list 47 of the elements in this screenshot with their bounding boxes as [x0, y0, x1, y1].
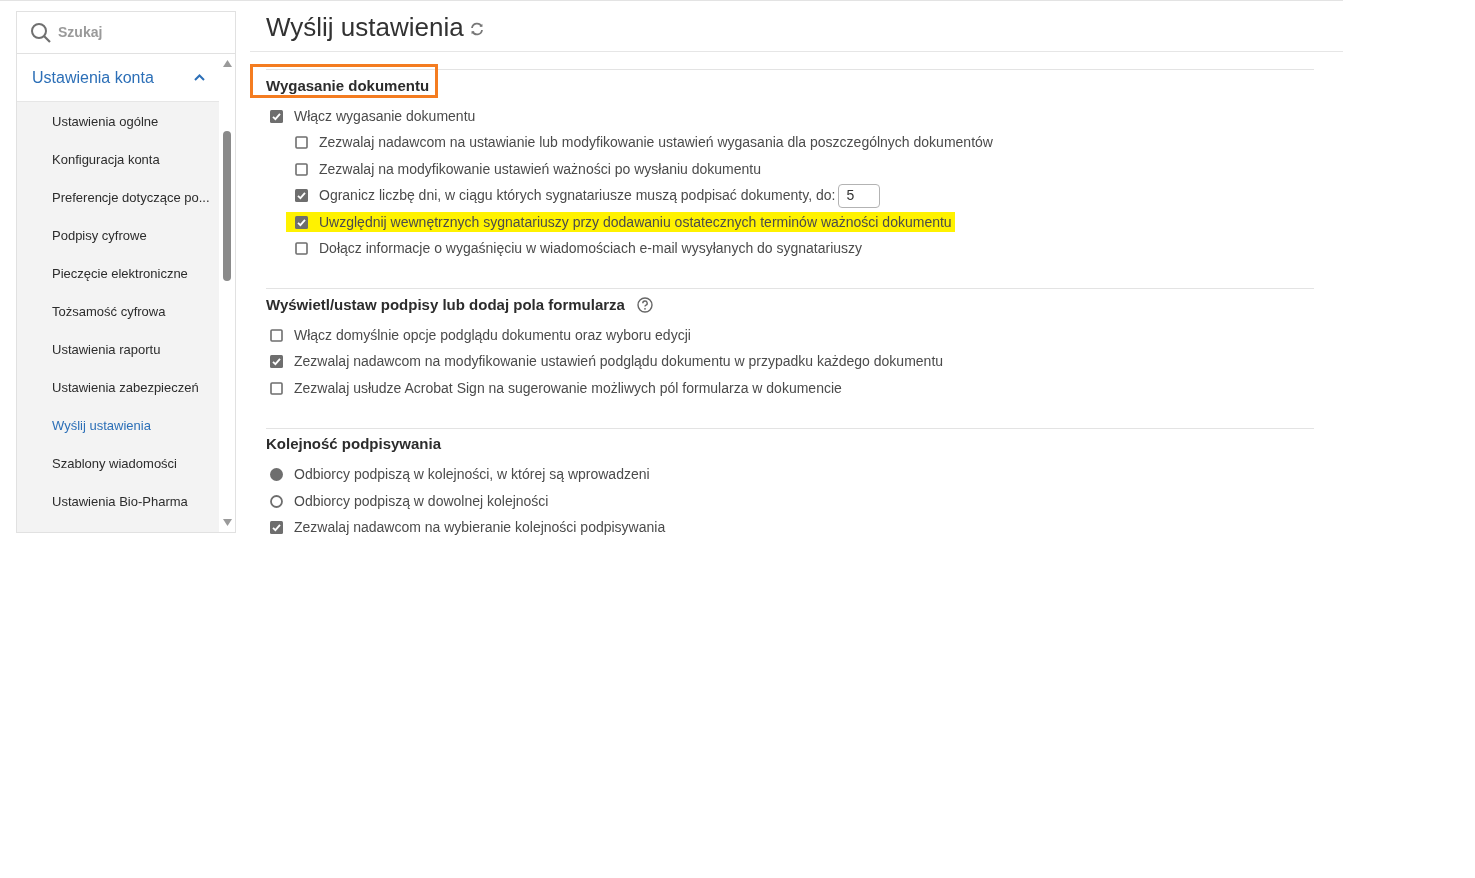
- sidebar-item[interactable]: Konfiguracja konta: [17, 141, 219, 179]
- checkbox[interactable]: [270, 381, 283, 395]
- option-label: Zezwalaj nadawcom na wybieranie kolejności podpisywania: [294, 518, 666, 538]
- option-label: Odbiorcy podpiszą w dowolnej kolejności: [294, 491, 549, 511]
- page-title: Wyślij ustawienia: [266, 10, 464, 44]
- sidebar-item[interactable]: Pieczęcie elektroniczne: [17, 255, 219, 293]
- scroll-up-icon[interactable]: [222, 60, 232, 67]
- checkbox[interactable]: [295, 189, 308, 203]
- checkbox[interactable]: [270, 109, 283, 123]
- sidebar-item[interactable]: Preferencje dotyczące po...: [17, 179, 219, 217]
- checkbox[interactable]: [295, 136, 308, 150]
- checkbox[interactable]: [295, 242, 308, 256]
- number-field[interactable]: 5: [838, 183, 881, 208]
- checkbox[interactable]: [270, 328, 283, 342]
- sidebar-item[interactable]: Ustawienia zabezpieczeń: [17, 369, 219, 407]
- option-label: Dołącz informacje o wygaśnięciu w wiadomościach e-mail wysyłanych do sygnatariuszy: [319, 239, 863, 259]
- sidebar-item[interactable]: Wyślij ustawienia: [17, 407, 219, 445]
- scroll-down-icon[interactable]: [222, 519, 232, 526]
- help-icon[interactable]: [636, 297, 653, 313]
- checkbox[interactable]: [270, 521, 283, 535]
- checkbox[interactable]: [295, 162, 308, 176]
- option-label: Ogranicz liczbę dni, w ciągu których sygnatariusze muszą podpisać dokumenty, do:: [319, 186, 836, 206]
- option-label: Uwzględnij wewnętrznych sygnatariuszy przy dodawaniu ostatecznych terminów ważności dokumentu: [319, 212, 952, 232]
- option-label: Zezwalaj nadawcom na modyfikowanie ustawień podglądu dokumentu w przypadku każdego dokumentu: [294, 352, 944, 372]
- section-heading: Kolejność podpisywania: [266, 434, 442, 455]
- option-label: Zezwalaj nadawcom na ustawianie lub modyfikowanie ustawień wygasania dla poszczególnych dokumentów: [319, 133, 993, 153]
- refresh-icon[interactable]: [469, 22, 484, 36]
- sidebar-item[interactable]: Ustawienia raportu: [17, 331, 219, 369]
- option-label: Włącz wygasanie dokumentu: [294, 106, 476, 126]
- sidebar-item[interactable]: Tożsamość cyfrowa: [17, 293, 219, 331]
- checkbox[interactable]: [295, 215, 308, 229]
- option-label: Odbiorcy podpiszą w kolejności, w której są wprowadzeni: [294, 465, 650, 485]
- option-label: Zezwalaj usłudze Acrobat Sign na sugerowanie możliwych pól formularza w dokumencie: [294, 378, 842, 398]
- sidebar-item[interactable]: Ustawienia Bio-Pharma: [17, 483, 219, 521]
- search-icon: [30, 21, 52, 44]
- section-heading: Wygasanie dokumentu: [266, 75, 430, 96]
- sidebar-item[interactable]: Podpisy cyfrowe: [17, 217, 219, 255]
- radio-button[interactable]: [270, 494, 283, 508]
- option-label: Zezwalaj na modyfikowanie ustawień ważności po wysłaniu dokumentu: [319, 159, 761, 179]
- search-field[interactable]: Szukaj: [58, 22, 208, 43]
- option-label: Włącz domyślnie opcje podglądu dokumentu oraz wyboru edycji: [294, 325, 691, 345]
- scrollbar-thumb[interactable]: [223, 130, 231, 281]
- sidebar-item[interactable]: Szablony wiadomości: [17, 445, 219, 483]
- section-heading: Wyświetl/ustaw podpisy lub dodaj pola formularza: [266, 294, 625, 315]
- radio-button[interactable]: [270, 468, 283, 482]
- checkbox[interactable]: [270, 355, 283, 369]
- sidebar-item[interactable]: Ustawienia ogólne: [17, 103, 219, 141]
